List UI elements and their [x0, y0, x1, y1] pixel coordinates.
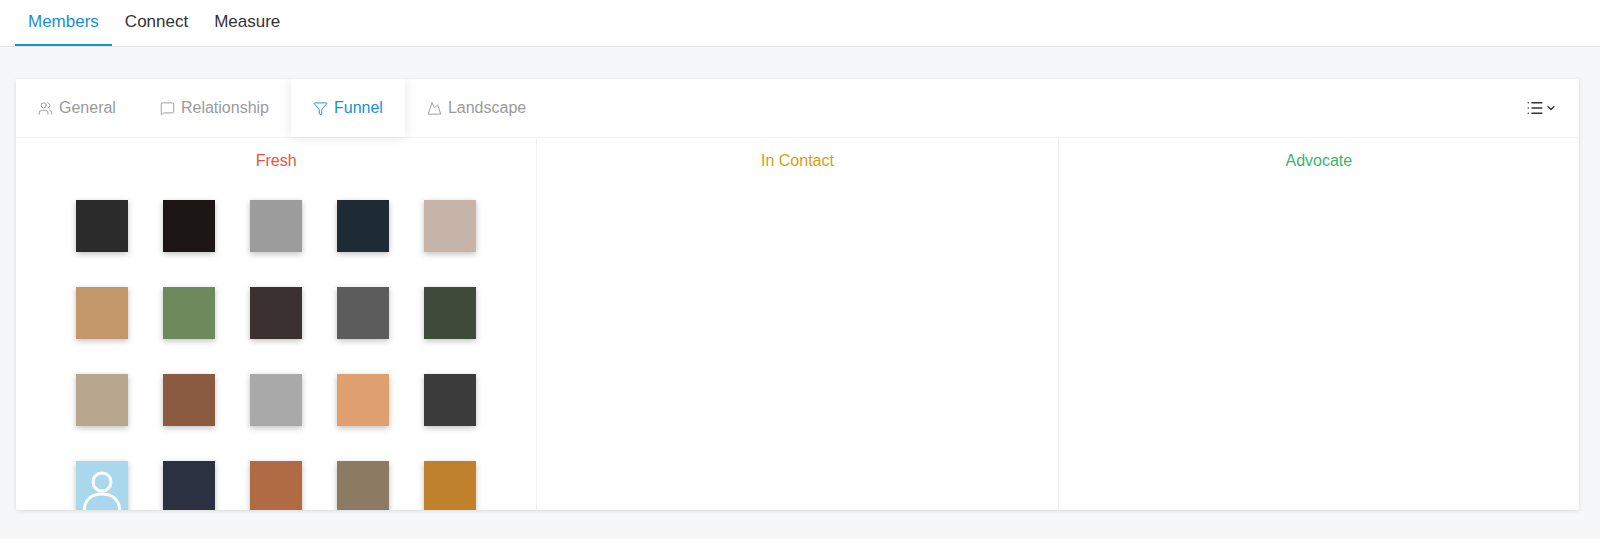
top-nav: MembersConnectMeasure — [0, 0, 1600, 47]
users-icon — [38, 101, 53, 116]
member-grid — [76, 200, 476, 510]
view-tab[interactable]: Funnel — [291, 79, 405, 137]
funnel-column: Advocate — [1058, 138, 1579, 510]
member-avatar[interactable] — [424, 461, 476, 510]
view-tabs: GeneralRelationshipFunnelLandscape — [16, 79, 1579, 138]
member-avatar[interactable] — [76, 200, 128, 252]
view-tab[interactable]: General — [16, 79, 138, 137]
column-title: In Contact — [761, 150, 834, 172]
member-avatar[interactable] — [337, 287, 389, 339]
nav-tab[interactable]: Members — [15, 0, 112, 46]
member-avatar[interactable] — [76, 287, 128, 339]
member-avatar[interactable] — [163, 374, 215, 426]
filter-icon — [313, 101, 328, 116]
nav-tab[interactable]: Connect — [112, 0, 201, 46]
column-title: Fresh — [256, 150, 297, 172]
list-icon — [1526, 99, 1544, 117]
member-avatar[interactable] — [424, 200, 476, 252]
mountain-icon — [427, 101, 442, 116]
member-avatar[interactable] — [163, 200, 215, 252]
funnel-columns: Fresh In Contact Advocate — [16, 138, 1579, 510]
member-avatar[interactable] — [163, 287, 215, 339]
member-avatar[interactable] — [337, 461, 389, 510]
chevron-down-icon — [1545, 102, 1557, 114]
member-avatar[interactable] — [337, 374, 389, 426]
view-menu-button[interactable] — [1516, 79, 1579, 137]
member-avatar[interactable] — [250, 287, 302, 339]
member-avatar[interactable] — [250, 200, 302, 252]
funnel-card: GeneralRelationshipFunnelLandscape Fresh I… — [16, 79, 1579, 510]
column-title: Advocate — [1285, 150, 1352, 172]
funnel-column: In Contact — [536, 138, 1057, 510]
member-avatar[interactable] — [337, 200, 389, 252]
view-tab[interactable]: Landscape — [405, 79, 548, 137]
member-avatar[interactable] — [250, 461, 302, 510]
member-avatar[interactable] — [76, 461, 128, 510]
message-icon — [160, 101, 175, 116]
member-avatar[interactable] — [424, 287, 476, 339]
default-user-icon — [80, 467, 124, 510]
funnel-column: Fresh — [16, 138, 536, 510]
nav-tab[interactable]: Measure — [201, 0, 293, 46]
view-tab[interactable]: Relationship — [138, 79, 291, 137]
member-avatar[interactable] — [250, 374, 302, 426]
member-avatar[interactable] — [163, 461, 215, 510]
member-avatar[interactable] — [424, 374, 476, 426]
member-avatar[interactable] — [76, 374, 128, 426]
